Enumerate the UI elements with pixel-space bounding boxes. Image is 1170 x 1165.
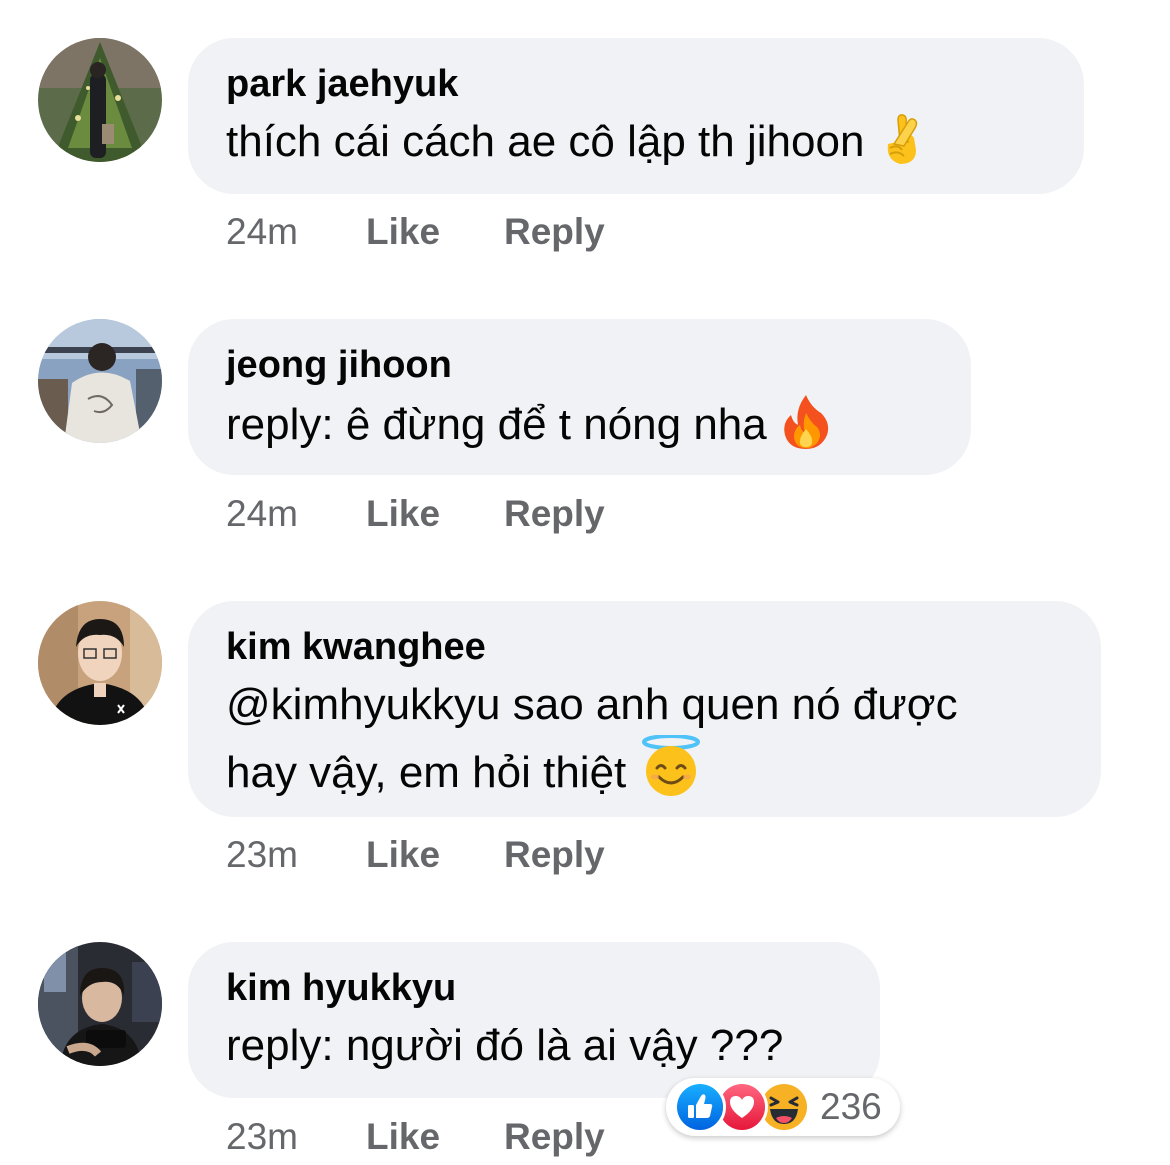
crossed-fingers-icon (878, 114, 922, 182)
comment-text-content: reply: ê đừng để t nóng nha (226, 400, 767, 449)
reaction-count: 236 (820, 1086, 882, 1127)
comment-text-line: @kimhyukkyu sao anh quen nó được (226, 680, 958, 729)
like-button[interactable]: Like (366, 492, 504, 536)
comment-text: thích cái cách ae cô lập th jihoon (226, 112, 1046, 182)
smiling-face-with-halo-icon (640, 734, 702, 813)
comment-bubble: kim hyukkyu reply: người đó là ai vậy ??… (188, 942, 880, 1098)
avatar[interactable] (38, 38, 162, 162)
like-button[interactable]: Like (366, 833, 504, 877)
comment-text: @kimhyukkyu sao anh quen nó được hay vậy… (226, 675, 1063, 813)
comment-bubble: kim kwanghee @kimhyukkyu sao anh quen nó… (188, 601, 1101, 817)
comment-text-line-with-emoji: hay vậy, em hỏi thiệt (226, 734, 1063, 813)
avatar[interactable] (38, 319, 162, 443)
comment-author[interactable]: park jaehyuk (226, 60, 1046, 108)
comment-actions: 24m Like Reply (226, 492, 605, 536)
avatar[interactable] (38, 942, 162, 1066)
reply-button[interactable]: Reply (504, 210, 605, 254)
comment-timestamp: 24m (226, 493, 298, 534)
reply-button[interactable]: Reply (504, 833, 605, 877)
like-button[interactable]: Like (366, 210, 504, 254)
fire-icon (781, 393, 831, 465)
comment-text-content: thích cái cách ae cô lập th jihoon (226, 117, 865, 166)
comment-timestamp: 23m (226, 1116, 298, 1157)
avatar[interactable] (38, 601, 162, 725)
comment-timestamp: 23m (226, 834, 298, 875)
comment-timestamp: 24m (226, 211, 298, 252)
reply-button[interactable]: Reply (504, 492, 605, 536)
comment-author[interactable]: kim hyukkyu (226, 964, 842, 1012)
comment-bubble: park jaehyuk thích cái cách ae cô lập th… (188, 38, 1084, 194)
comment-actions: 24m Like Reply (226, 210, 605, 254)
comment-actions: 23m Like Reply (226, 1115, 605, 1159)
comment-bubble: jeong jihoon reply: ê đừng để t nóng nha (188, 319, 971, 475)
reply-button[interactable]: Reply (504, 1115, 605, 1159)
reactions-summary[interactable]: 236 (666, 1078, 900, 1136)
comment-text: reply: người đó là ai vậy ??? (226, 1021, 784, 1070)
comment-author[interactable]: jeong jihoon (226, 341, 933, 389)
comment-text-content: hay vậy, em hỏi thiệt (226, 748, 627, 797)
like-icon (674, 1081, 726, 1133)
like-button[interactable]: Like (366, 1115, 504, 1159)
comment-author[interactable]: kim kwanghee (226, 623, 1063, 671)
comment-text: reply: ê đừng để t nóng nha (226, 393, 933, 465)
comment-actions: 23m Like Reply (226, 833, 605, 877)
